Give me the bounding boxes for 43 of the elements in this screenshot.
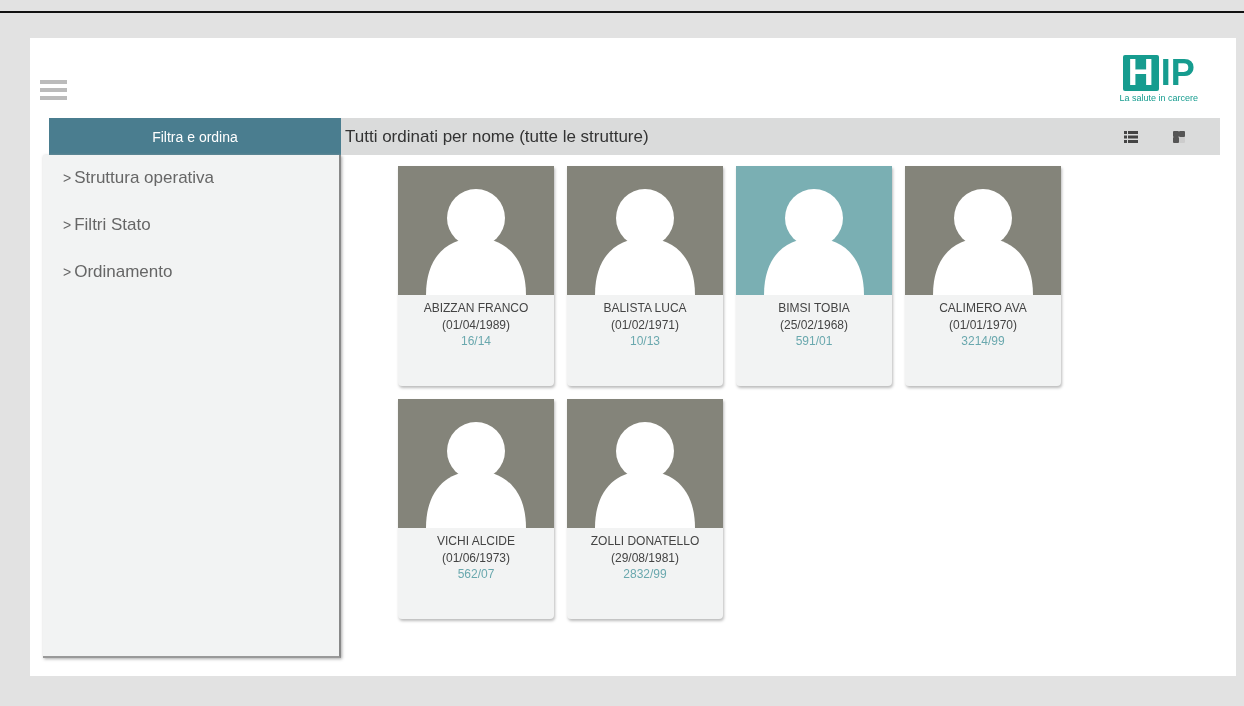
- chevron-icon[interactable]: >: [63, 264, 72, 280]
- patient-code: 3214/99: [961, 334, 1005, 348]
- patient-name: VICHI ALCIDE: [437, 534, 515, 548]
- patient-code: 10/13: [630, 334, 660, 348]
- patient-code: 562/07: [457, 567, 495, 581]
- avatar-icon: [567, 166, 723, 295]
- patient-code: 591/01: [795, 334, 833, 348]
- avatar-icon: [736, 166, 892, 295]
- patient-card[interactable]: VICHI ALCIDE (01/06/1973) 562/07: [398, 399, 554, 619]
- sidebar-header: Filtra e ordina: [49, 118, 341, 155]
- birth-date: (01/02/1971): [610, 318, 680, 332]
- sidebar-item[interactable]: Ordinamento: [74, 262, 173, 282]
- page-title: Tutti ordinati per nome (tutte le strutture): [345, 126, 650, 147]
- logo-letter: H: [1122, 55, 1159, 91]
- patient-name: CALIMERO AVA: [939, 301, 1027, 315]
- avatar-icon: [905, 166, 1061, 295]
- avatar-icon: [398, 399, 554, 528]
- list-view-icon[interactable]: [1124, 130, 1138, 143]
- patient-name: BALISTA LUCA: [603, 301, 687, 315]
- patient-card[interactable]: ABIZZAN FRANCO (01/04/1989) 16/14: [398, 166, 554, 386]
- avatar-icon: [398, 166, 554, 295]
- patient-code: 2832/99: [623, 567, 667, 581]
- grid-view-icon[interactable]: [1172, 130, 1186, 143]
- patient-code: 16/14: [461, 334, 491, 348]
- patient-name: BIMSI TOBIA: [778, 301, 850, 315]
- birth-date: (25/02/1968): [779, 318, 849, 332]
- birth-date: (01/01/1970): [948, 318, 1018, 332]
- patient-card[interactable]: ZOLLI DONATELLO (29/08/1981) 2832/99: [567, 399, 723, 619]
- chevron-icon[interactable]: >: [63, 170, 72, 186]
- chevron-icon[interactable]: >: [63, 217, 72, 233]
- patient-name: ZOLLI DONATELLO: [590, 534, 700, 548]
- patient-card[interactable]: BALISTA LUCA (01/02/1971) 10/13: [567, 166, 723, 386]
- birth-date: (01/04/1989): [441, 318, 511, 332]
- sidebar-item[interactable]: Struttura operativa: [74, 168, 215, 188]
- birth-date: (29/08/1981): [610, 551, 680, 565]
- patient-card[interactable]: CALIMERO AVA (01/01/1970) 3214/99: [905, 166, 1061, 386]
- birth-date: (01/06/1973): [441, 551, 511, 565]
- logo-text: IP: [1160, 55, 1195, 91]
- avatar-icon: [567, 399, 723, 528]
- sidebar-item[interactable]: Filtri Stato: [74, 215, 151, 235]
- patient-card[interactable]: BIMSI TOBIA (25/02/1968) 591/01: [736, 166, 892, 386]
- logo-tagline: La salute in carcere: [1119, 93, 1198, 103]
- patient-name: ABIZZAN FRANCO: [423, 301, 529, 315]
